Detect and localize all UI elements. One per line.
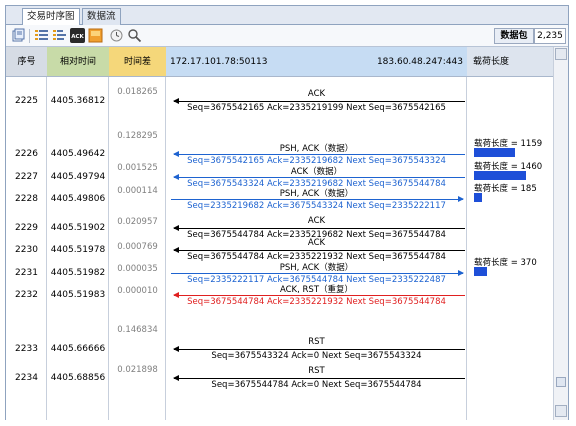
source-endpoint: 172.17.101.78:50113 [170,57,268,67]
toolbar: ACK 数据包 2,235 [6,25,568,47]
packet-flags-label: ACK [307,89,326,99]
scrollbar-thumb[interactable] [556,377,566,387]
packet-seq[interactable]: 2231 [6,268,47,278]
packet-seq-detail: Seq=3675543324 Ack=0 Next Seq=3675543324 [211,351,422,361]
tab-sequence-diagram[interactable]: 交易时序图 [22,8,80,26]
packet-seq[interactable]: 2225 [6,96,47,106]
time-delta: 0.021898 [117,365,158,375]
packet-count: 2,235 [534,28,566,44]
packet-seq-detail: Seq=2335219682 Ack=3675543324 Next Seq=2… [187,201,446,211]
packet-relative-time[interactable]: 4405.66666 [47,344,109,354]
tab-data-stream[interactable]: 数据流 [82,8,121,25]
scroll-up-button[interactable] [555,48,567,60]
packet-seq[interactable]: 2232 [6,290,47,300]
scroll-down-button[interactable] [555,405,567,417]
packet-relative-time[interactable]: 4405.51982 [47,268,109,278]
packet-flags-label: RST [308,337,325,347]
payload-length-bar [474,171,526,180]
time-delta: 0.000114 [117,186,158,196]
packet-relative-time[interactable]: 4405.36812 [47,96,109,106]
packet-relative-time[interactable]: 4405.51978 [47,245,109,255]
packet-flags-label: PSH, ACK（数据） [279,144,354,154]
packet-flags-label: ACK [307,216,326,226]
packet-flags-label: RST [308,366,325,376]
packet-relative-time[interactable]: 4405.51983 [47,290,109,300]
packet-arrow[interactable] [173,375,465,381]
packet-arrow[interactable] [171,196,464,202]
packet-arrow[interactable] [173,174,465,180]
packet-relative-time[interactable]: 4405.51902 [47,223,109,233]
payload-length-label: 载荷长度 = 185 [474,184,537,194]
highlight-icon[interactable] [88,28,103,43]
packet-seq[interactable]: 2230 [6,245,47,255]
list-detail-icon[interactable] [52,28,67,43]
sequence-grid: 序号 相对时间 时间差 172.17.101.78:50113 183.60.4… [6,47,568,420]
packet-flags-label: ACK [307,238,326,248]
packet-seq[interactable]: 2227 [6,172,47,182]
packet-flags-label: ACK（数据） [290,167,343,177]
header-endpoints: 172.17.101.78:50113 183.60.48.247:443 [166,47,467,77]
packet-seq[interactable]: 2233 [6,344,47,354]
header-time-delta[interactable]: 时间差 [109,47,166,77]
packet-seq-detail: Seq=3675544784 Ack=2335221932 Next Seq=3… [187,297,446,307]
packet-seq-detail: Seq=3675542165 Ack=2335219199 Next Seq=3… [187,103,446,113]
packet-arrow[interactable] [173,151,465,157]
packet-arrow[interactable] [173,346,465,352]
payload-length-bar [474,148,515,157]
payload-length-bar [474,193,482,202]
packet-relative-time[interactable]: 4405.49806 [47,194,109,204]
header-seq[interactable]: 序号 [6,47,47,77]
packet-flags-label: PSH, ACK（数据） [279,263,354,273]
list-icon[interactable] [34,28,49,43]
packet-flags-label: PSH, ACK（数据） [279,189,354,199]
packet-relative-time[interactable]: 4405.68856 [47,373,109,383]
header-payload-length[interactable]: 载荷长度 [467,47,553,77]
toolbar-separator [29,29,30,43]
packet-flags-label: ACK, RST（重复） [279,285,354,295]
svg-text:ACK: ACK [71,34,84,40]
packet-arrow[interactable] [173,247,465,253]
time-delta: 0.000010 [117,286,158,296]
vertical-scrollbar[interactable] [553,47,568,420]
time-delta: 0.001525 [117,163,158,173]
payload-length-bar [474,267,487,276]
packet-relative-time[interactable]: 4405.49642 [47,149,109,159]
time-delta: 0.020957 [117,217,158,227]
time-delta: 0.018265 [117,87,158,97]
time-delta: 0.000035 [117,264,158,274]
packet-arrow[interactable] [173,292,465,298]
search-icon[interactable] [127,28,142,43]
time-delta: 0.000769 [117,242,158,252]
sequence-diagram-window: 交易时序图 数据流 ACK 数据包 2,235 序号 相对时间 时间差 172.… [5,5,569,420]
tab-bar: 交易时序图 数据流 [6,6,568,26]
packet-relative-time[interactable]: 4405.49794 [47,172,109,182]
clock-icon[interactable] [109,28,124,43]
payload-column [467,77,553,420]
export-icon[interactable] [11,28,26,43]
packet-seq[interactable]: 2226 [6,149,47,159]
packet-label: 数据包 [494,28,534,44]
header-relative-time[interactable]: 相对时间 [47,47,109,77]
time-delta: 0.128295 [117,131,158,141]
packet-seq[interactable]: 2234 [6,373,47,383]
time-delta: 0.146834 [117,325,158,335]
packet-arrow[interactable] [173,225,465,231]
packet-seq[interactable]: 2228 [6,194,47,204]
packet-arrow[interactable] [173,98,465,104]
ack-icon[interactable]: ACK [70,28,85,43]
packet-seq-detail: Seq=3675544784 Ack=0 Next Seq=3675544784 [211,380,422,390]
packet-arrow[interactable] [171,270,464,276]
packet-seq[interactable]: 2229 [6,223,47,233]
destination-endpoint: 183.60.48.247:443 [376,57,463,67]
